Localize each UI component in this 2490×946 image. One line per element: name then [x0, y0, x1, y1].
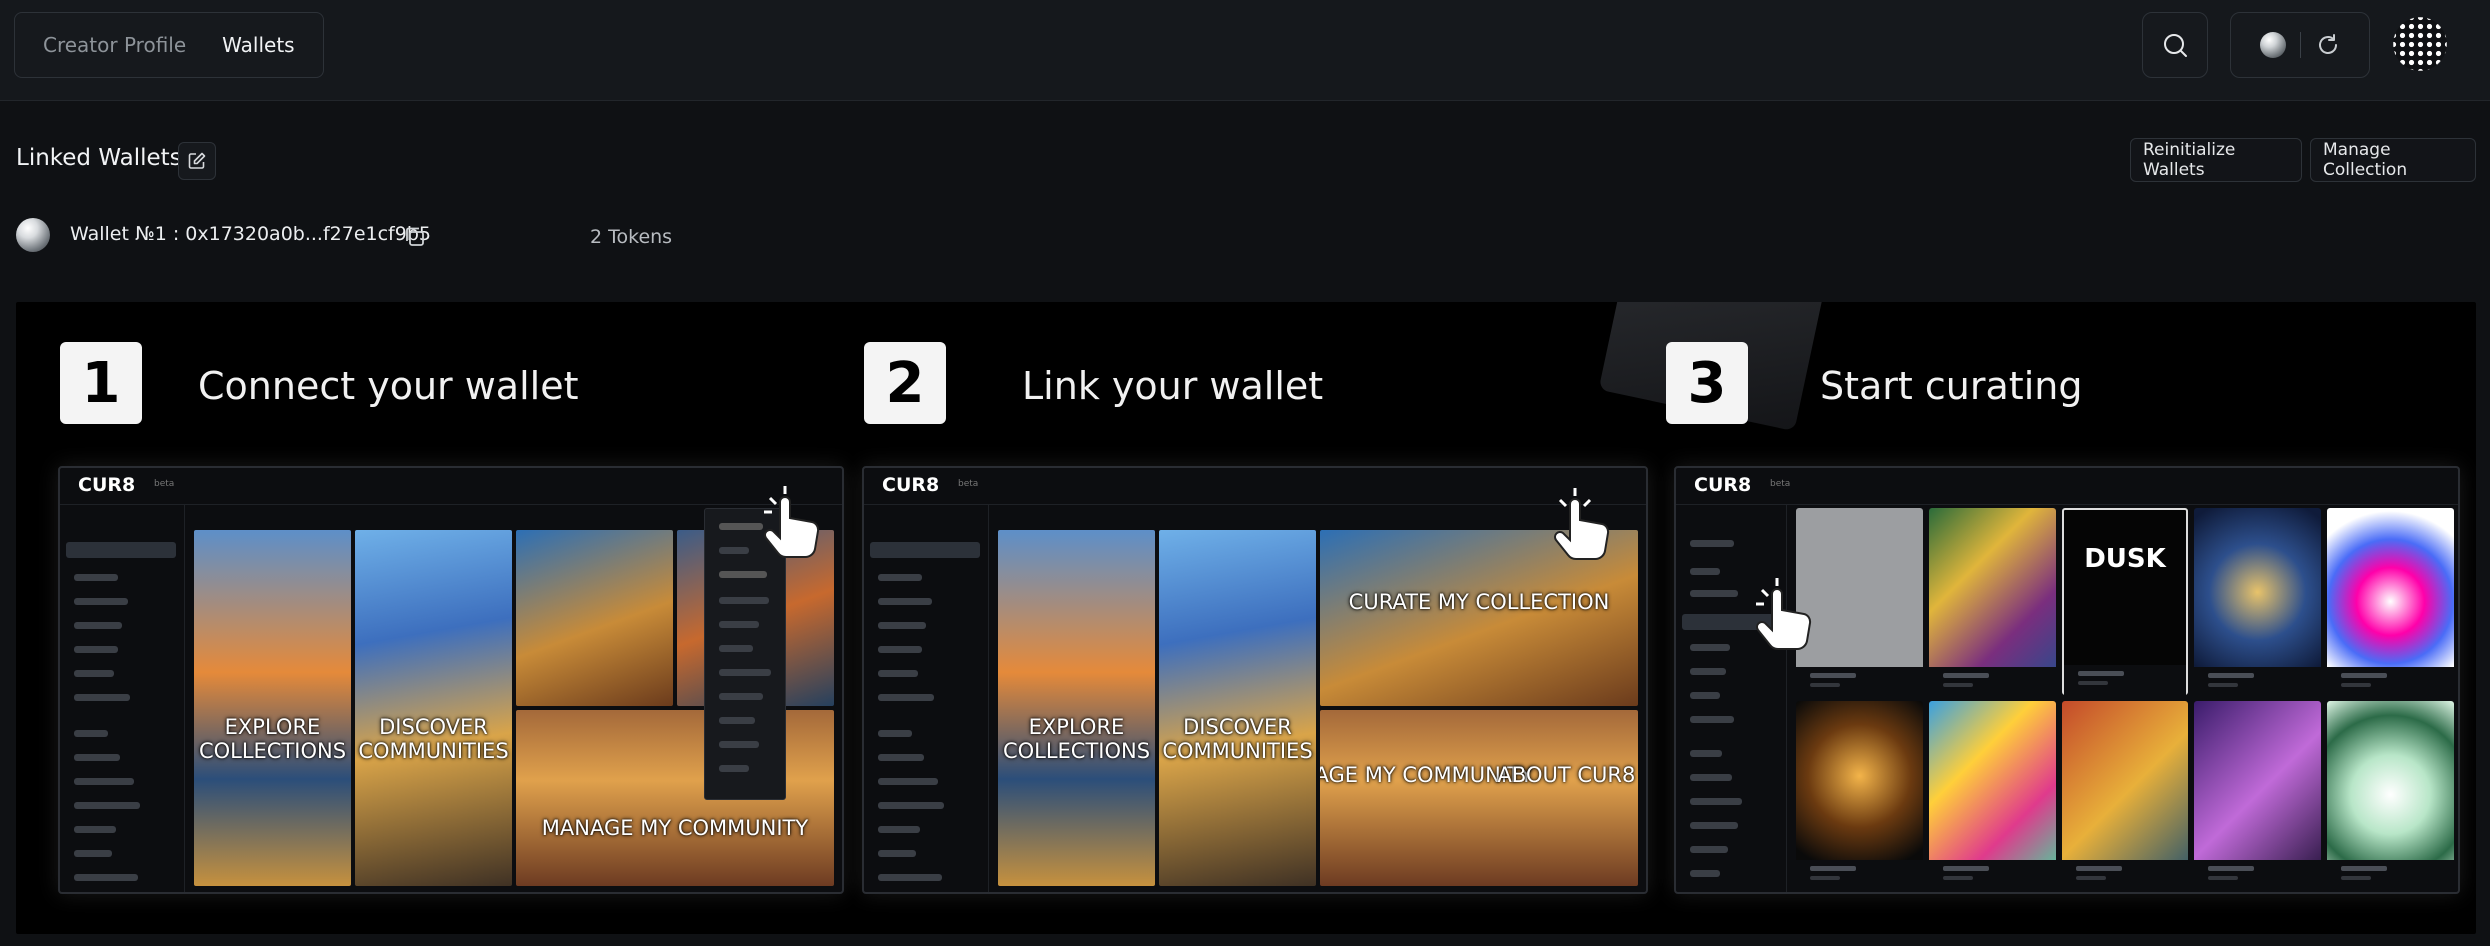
tile-discover: DISCOVER COMMUNITIES: [1159, 530, 1316, 886]
step-3-title: Start curating: [1820, 364, 2083, 408]
divider: [2299, 32, 2301, 58]
step-3-badge: 3: [1666, 342, 1748, 424]
step-1-screenshot: CUR8 beta EXPLORE COLLECTIONS DISCOVER C…: [58, 466, 844, 894]
tile-explore: EXPLORE COLLECTIONS: [194, 530, 351, 886]
step-1-title: Connect your wallet: [198, 364, 579, 408]
mini-topbar: CUR8 beta: [864, 468, 1646, 505]
theme-orb-icon[interactable]: [2259, 32, 2286, 58]
tab-creator-profile[interactable]: Creator Profile: [43, 33, 186, 57]
nft-card: [1928, 508, 2056, 697]
pointer-hand-icon: [764, 486, 820, 559]
nft-card: [2327, 508, 2454, 697]
profile-tabs: Creator Profile Wallets: [14, 12, 324, 78]
mini-logo: CUR8: [78, 474, 136, 496]
mini-tiles: EXPLORE COLLECTIONS DISCOVER COMMUNITIES…: [998, 530, 1638, 886]
step-2-title: Link your wallet: [1022, 364, 1324, 408]
nft-card: DUSK: [2061, 508, 2189, 695]
search-button[interactable]: [2142, 12, 2208, 78]
nft-card: [1928, 701, 2056, 890]
mini-sidebar: [60, 504, 185, 892]
manage-collection-button[interactable]: Manage Collection: [2310, 138, 2476, 182]
pointer-hand-icon: [1756, 578, 1812, 651]
pointer-hand-icon: [1554, 488, 1610, 561]
refresh-icon[interactable]: [2315, 32, 2341, 58]
tile-discover: DISCOVER COMMUNITIES: [355, 530, 512, 886]
step-1-badge: 1: [60, 342, 142, 424]
mini-sidebar: [1676, 504, 1787, 892]
wallet-token-count: 2 Tokens: [590, 226, 673, 248]
mini-nft-grid: DUSK: [1796, 508, 2454, 890]
dotted-avatar-icon: [2389, 13, 2451, 75]
edit-icon: [188, 152, 206, 169]
top-bar: Creator Profile Wallets: [0, 0, 2490, 101]
nft-card: [2327, 701, 2454, 890]
nft-card: [2194, 701, 2322, 890]
tile-explore: EXPLORE COLLECTIONS: [998, 530, 1155, 886]
reinitialize-wallets-button[interactable]: Reinitialize Wallets: [2130, 138, 2302, 182]
nft-card: [2061, 701, 2189, 890]
linked-wallets-title: Linked Wallets: [16, 145, 182, 171]
mini-topbar: CUR8 beta: [60, 468, 842, 505]
mini-beta: beta: [1770, 479, 1791, 489]
wallet-avatar: [16, 218, 50, 252]
mini-logo: CUR8: [1694, 474, 1752, 496]
copy-icon[interactable]: [400, 222, 430, 252]
step-2-badge: 2: [864, 342, 946, 424]
edit-wallets-button[interactable]: [178, 142, 216, 180]
tile-curate: [516, 530, 673, 706]
step-3-screenshot: CUR8 beta DUSK: [1674, 466, 2460, 894]
nft-card: [1796, 701, 1923, 890]
mini-beta: beta: [154, 479, 175, 489]
tab-wallets[interactable]: Wallets: [222, 33, 294, 57]
mini-topbar: CUR8 beta: [1676, 468, 2458, 505]
nft-card: [2194, 508, 2322, 697]
avatar-button[interactable]: [2384, 12, 2456, 76]
mini-logo: CUR8: [882, 474, 940, 496]
theme-refresh-group: [2230, 12, 2370, 78]
onboarding-banner: 1 Connect your wallet 2 Link your wallet…: [16, 302, 2476, 934]
search-icon: [2164, 34, 2187, 57]
wallet-address: Wallet №1 : 0x17320a0b...f27e1cf9b5: [70, 223, 431, 245]
tile-community: MANAGE MY COMMUNITYABOUT CUR8: [1320, 710, 1638, 886]
mini-sidebar: [864, 504, 989, 892]
step-2-screenshot: CUR8 beta EXPLORE COLLECTIONS DISCOVER C…: [862, 466, 1648, 894]
tile-community: MANAGE MY COMMUNITY: [516, 710, 834, 886]
mini-beta: beta: [958, 479, 979, 489]
nft-dusk-label: DUSK: [2084, 544, 2166, 574]
wallet-row: Wallet №1 : 0x17320a0b...f27e1cf9b5 2 To…: [16, 218, 776, 258]
